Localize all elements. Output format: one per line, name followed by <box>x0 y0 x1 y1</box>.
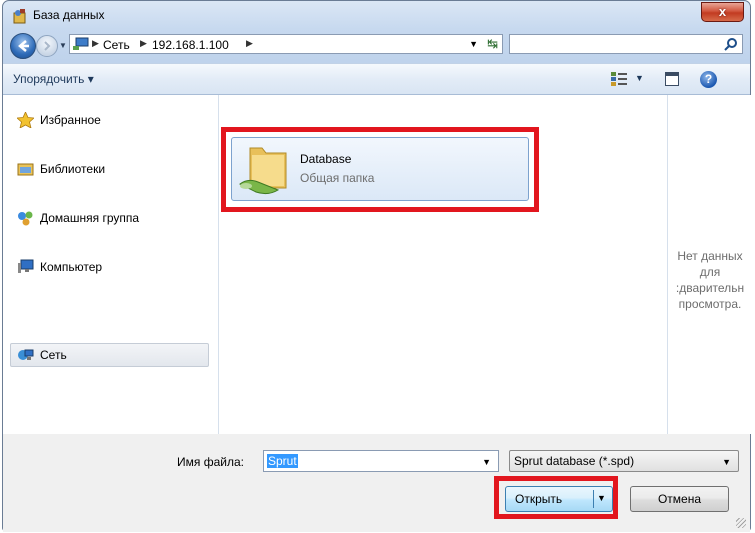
breadcrumb-separator[interactable]: ▶ <box>246 38 253 49</box>
sidebar-item-label: Библиотеки <box>40 162 106 176</box>
preview-line: Нет данных <box>677 249 743 263</box>
filename-dropdown-icon[interactable]: ▼ <box>482 457 491 467</box>
close-icon: x <box>718 4 727 19</box>
cancel-button[interactable]: Отмена <box>630 486 729 512</box>
search-input[interactable] <box>509 34 743 54</box>
title-bar[interactable]: База данных x <box>3 1 750 31</box>
preview-line: :дварительн <box>675 281 745 295</box>
navigation-pane: Избранное Библиотеки Домашняя группа Ком… <box>3 95 219 434</box>
command-toolbar: Упорядочить ▾ ▼ ? <box>3 63 750 95</box>
preview-line: просмотра. <box>678 297 742 311</box>
search-icon <box>724 38 737 51</box>
arrow-left-icon <box>18 40 29 52</box>
window-title: База данных <box>33 8 105 22</box>
star-icon <box>17 112 34 128</box>
sidebar-item-label: Компьютер <box>40 260 103 274</box>
navigation-bar: ▼ ▶ Сеть ▶ 192.168.1.100 ▶ ▼ ↹ <box>3 31 750 59</box>
breadcrumb-separator[interactable]: ▶ <box>92 38 99 49</box>
address-bar[interactable]: ▶ Сеть ▶ 192.168.1.100 ▶ ▼ ↹ <box>69 34 503 54</box>
network-icon <box>73 37 89 50</box>
annotation-highlight-open <box>494 476 618 519</box>
breadcrumb-host[interactable]: 192.168.1.100 <box>152 38 229 52</box>
resize-grip-icon[interactable] <box>736 518 746 528</box>
breadcrumb-separator[interactable]: ▶ <box>140 38 147 49</box>
filetype-value: Sprut database (*.spd) <box>514 454 635 468</box>
close-button[interactable]: x <box>701 2 744 22</box>
app-icon <box>13 9 26 24</box>
filename-label: Имя файла: <box>177 455 244 469</box>
sidebar-item-label: Избранное <box>40 113 101 127</box>
refresh-icon[interactable]: ↹ <box>487 36 498 52</box>
homegroup-icon <box>18 211 33 226</box>
view-options-icon[interactable] <box>610 71 628 87</box>
history-dropdown-icon[interactable]: ▼ <box>59 41 67 50</box>
sidebar-item-label: Сеть <box>40 348 67 362</box>
preview-pane-icon[interactable] <box>665 72 679 86</box>
annotation-highlight-folder <box>221 127 539 212</box>
dialog-footer: Имя файла: Sprut ▼ Sprut database (*.spd… <box>3 434 750 532</box>
arrow-right-icon <box>44 41 51 51</box>
forward-button[interactable] <box>36 35 58 57</box>
file-open-dialog: База данных x ▼ ▶ Сеть ▶ 192.168.1.100 ▶… <box>2 0 752 532</box>
sidebar-item-label: Домашняя группа <box>40 211 140 225</box>
computer-icon <box>18 259 34 273</box>
preview-pane: Нет данных для :дварительн просмотра. <box>667 95 752 434</box>
filetype-select[interactable]: Sprut database (*.spd) ▼ <box>509 450 739 472</box>
view-dropdown-icon[interactable]: ▼ <box>635 73 644 83</box>
help-icon[interactable]: ? <box>700 71 717 88</box>
preview-message: Нет данных для :дварительн просмотра. <box>668 248 752 312</box>
organize-menu-button[interactable]: Упорядочить ▾ <box>13 72 94 86</box>
preview-line: для <box>699 265 721 279</box>
filename-value[interactable]: Sprut <box>267 454 298 468</box>
network-icon <box>18 349 34 360</box>
back-button[interactable] <box>10 33 36 59</box>
filetype-dropdown-icon[interactable]: ▼ <box>722 457 731 467</box>
address-dropdown-icon[interactable]: ▼ <box>469 39 478 49</box>
library-icon <box>17 163 34 176</box>
filename-input[interactable]: Sprut ▼ <box>263 450 499 472</box>
breadcrumb-network[interactable]: Сеть <box>103 38 130 52</box>
